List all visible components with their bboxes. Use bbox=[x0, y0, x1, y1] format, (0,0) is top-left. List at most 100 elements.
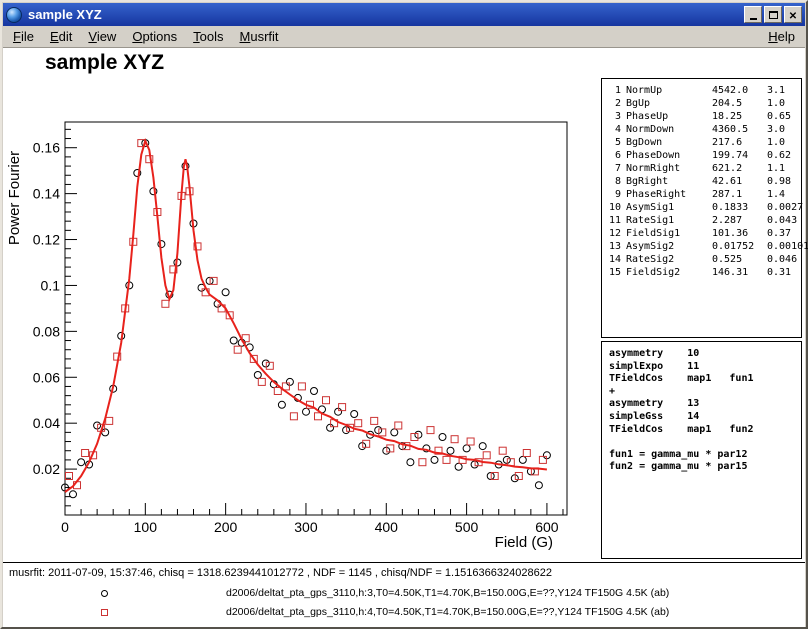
data-point-square bbox=[258, 378, 265, 385]
menu-item-musrfit[interactable]: Musrfit bbox=[232, 27, 287, 46]
param-row: 9PhaseRight287.11.4 bbox=[609, 188, 801, 201]
data-point-square bbox=[419, 459, 426, 466]
data-point-circle bbox=[102, 429, 109, 436]
data-point-circle bbox=[222, 289, 229, 296]
data-point-square bbox=[379, 429, 386, 436]
param-row: 6PhaseDown199.740.62 bbox=[609, 149, 801, 162]
menu-item-view[interactable]: View bbox=[80, 27, 124, 46]
minimize-icon bbox=[750, 18, 757, 20]
param-row: 7NormRight621.21.1 bbox=[609, 162, 801, 175]
window-controls bbox=[744, 6, 802, 23]
y-tick-label: 0.04 bbox=[33, 415, 60, 431]
data-point-square bbox=[499, 447, 506, 454]
param-row: 15FieldSig2146.310.31 bbox=[609, 266, 801, 279]
menu-item-help[interactable]: Help bbox=[760, 27, 803, 46]
legend-row: d2006/deltat_pta_gps_3110,h:3,T0=4.50K,T… bbox=[3, 586, 805, 602]
maximize-icon bbox=[769, 11, 778, 19]
theory-line: fun2 = gamma_mu * par15 bbox=[609, 461, 801, 474]
data-point-circle bbox=[535, 482, 542, 489]
param-row: 12FieldSig1101.360.37 bbox=[609, 227, 801, 240]
data-point-circle bbox=[519, 456, 526, 463]
theory-line: fun1 = gamma_mu * par12 bbox=[609, 449, 801, 462]
menu-left: FileEditViewOptionsToolsMusrfit bbox=[5, 27, 287, 46]
data-point-square bbox=[106, 417, 113, 424]
menu-item-file[interactable]: File bbox=[5, 27, 42, 46]
y-tick-label: 0.06 bbox=[33, 369, 60, 385]
legend-row: d2006/deltat_pta_gps_3110,h:4,T0=4.50K,T… bbox=[3, 605, 805, 621]
theory-line: TFieldCos map1 fun2 bbox=[609, 424, 801, 437]
maximize-button[interactable] bbox=[764, 6, 782, 23]
data-point-square bbox=[539, 456, 546, 463]
param-row: 8BgRight42.610.98 bbox=[609, 175, 801, 188]
data-point-square bbox=[266, 362, 273, 369]
parameter-panel: 1NormUp4542.03.12BgUp204.51.03PhaseUp18.… bbox=[601, 78, 802, 338]
x-tick-label: 600 bbox=[535, 519, 559, 535]
data-point-square bbox=[82, 450, 89, 457]
data-point-square bbox=[467, 438, 474, 445]
menu-item-tools[interactable]: Tools bbox=[185, 27, 231, 46]
data-point-circle bbox=[407, 459, 414, 466]
data-point-square bbox=[443, 456, 450, 463]
data-point-circle bbox=[70, 491, 77, 498]
param-row: 13AsymSig20.017520.00101 bbox=[609, 240, 801, 253]
data-point-square bbox=[515, 473, 522, 480]
data-point-circle bbox=[439, 434, 446, 441]
x-axis-title: Field (G) bbox=[495, 534, 553, 551]
y-tick-label: 0.08 bbox=[33, 323, 60, 339]
menu-item-edit[interactable]: Edit bbox=[42, 27, 80, 46]
fit-stats: musrfit: 2011-07-09, 15:37:46, chisq = 1… bbox=[9, 567, 552, 579]
data-point-square bbox=[483, 452, 490, 459]
titlebar[interactable]: sample XYZ bbox=[3, 3, 805, 26]
theory-line bbox=[609, 436, 801, 449]
theory-line: TFieldCos map1 fun1 bbox=[609, 373, 801, 386]
theory-line: + bbox=[609, 386, 801, 399]
menu-item-options[interactable]: Options bbox=[124, 27, 185, 46]
y-tick-label: 0.02 bbox=[33, 461, 60, 477]
menu-right: Help bbox=[760, 27, 803, 46]
y-axis-title: Power Fourier bbox=[6, 151, 23, 245]
data-point-square bbox=[162, 300, 169, 307]
data-point-square bbox=[323, 397, 330, 404]
param-row: 2BgUp204.51.0 bbox=[609, 97, 801, 110]
app-window: sample XYZ FileEditViewOptionsToolsMusrf… bbox=[0, 0, 808, 629]
data-point-circle bbox=[278, 401, 285, 408]
data-point-square bbox=[290, 413, 297, 420]
data-point-square bbox=[298, 383, 305, 390]
x-tick-label: 100 bbox=[134, 519, 158, 535]
param-row: 3PhaseUp18.250.65 bbox=[609, 110, 801, 123]
data-point-circle bbox=[463, 445, 470, 452]
data-point-square bbox=[523, 450, 530, 457]
data-point-square bbox=[451, 436, 458, 443]
param-row: 1NormUp4542.03.1 bbox=[609, 84, 801, 97]
x-tick-label: 500 bbox=[455, 519, 479, 535]
legend-marker-square-icon bbox=[101, 609, 108, 616]
data-point-square bbox=[315, 413, 322, 420]
data-point-square bbox=[427, 427, 434, 434]
data-point-square bbox=[395, 422, 402, 429]
y-tick-label: 0.14 bbox=[33, 186, 60, 202]
app-icon[interactable] bbox=[6, 7, 22, 23]
param-row: 10AsymSig10.18330.0027 bbox=[609, 201, 801, 214]
data-point-circle bbox=[447, 447, 454, 454]
param-row: 14RateSig20.5250.046 bbox=[609, 253, 801, 266]
y-tick-label: 0.1 bbox=[41, 277, 61, 293]
close-button[interactable] bbox=[784, 6, 802, 23]
y-tick-label: 0.12 bbox=[33, 232, 60, 248]
parameter-rows: 1NormUp4542.03.12BgUp204.51.03PhaseUp18.… bbox=[609, 84, 801, 279]
x-tick-label: 0 bbox=[61, 519, 69, 535]
x-tick-label: 200 bbox=[214, 519, 238, 535]
data-point-circle bbox=[455, 463, 462, 470]
data-point-circle bbox=[479, 443, 486, 450]
data-point-square bbox=[355, 420, 362, 427]
legend-label: d2006/deltat_pta_gps_3110,h:4,T0=4.50K,T… bbox=[226, 606, 669, 618]
theory-line: simpleGss 14 bbox=[609, 411, 801, 424]
minimize-button[interactable] bbox=[744, 6, 762, 23]
data-point-circle bbox=[311, 388, 318, 395]
menubar: FileEditViewOptionsToolsMusrfit Help bbox=[3, 26, 805, 48]
data-point-circle bbox=[375, 427, 382, 434]
y-tick-label: 0.16 bbox=[33, 140, 60, 156]
param-row: 11RateSig12.2870.043 bbox=[609, 214, 801, 227]
theory-line: asymmetry 13 bbox=[609, 398, 801, 411]
theory-line: simplExpo 11 bbox=[609, 361, 801, 374]
legend-label: d2006/deltat_pta_gps_3110,h:3,T0=4.50K,T… bbox=[226, 587, 669, 599]
